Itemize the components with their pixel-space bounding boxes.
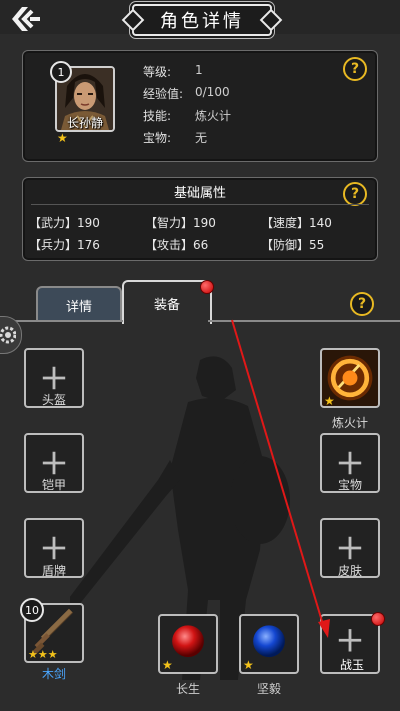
attr-attack: 【攻击】66	[145, 238, 209, 252]
attr-defense: 【防御】55	[261, 238, 325, 252]
attr-speed: 【速度】140	[261, 216, 332, 230]
attr-troops: 【兵力】176	[29, 238, 100, 252]
hero-name: 长孙静	[66, 116, 103, 130]
slot-label: 木剑	[41, 667, 66, 681]
stat-value: 无	[195, 131, 208, 145]
attr-force: 【武力】190	[29, 216, 100, 230]
tab-details[interactable]: 详情	[36, 286, 122, 322]
page-title: 角色详情	[132, 4, 272, 36]
divider	[31, 204, 369, 205]
hero-info-panel: 1 长孙静 ★ 等级: 1 经验值: 0/100 技能: 炼火计 宝物: 无 ?	[22, 50, 378, 162]
slot-label: 皮肤	[337, 564, 362, 578]
equip-slot-jade[interactable]: 战玉	[320, 614, 380, 674]
help-icon[interactable]: ?	[350, 292, 374, 316]
stat-label: 技能:	[143, 109, 172, 123]
divider	[0, 320, 123, 322]
stat-label: 宝物:	[143, 131, 172, 145]
help-icon[interactable]: ?	[343, 182, 367, 206]
slot-label: 宝物	[337, 478, 362, 492]
hero-level-badge: 1	[50, 61, 72, 83]
slot-label: 坚毅	[256, 682, 281, 696]
stat-label: 经验值:	[143, 87, 184, 101]
stat-value: 1	[195, 63, 203, 77]
attributes-title: 基础属性	[173, 186, 226, 201]
stat-value: 0/100	[195, 85, 230, 99]
slot-label: 战玉	[339, 658, 364, 672]
notification-dot	[200, 280, 214, 294]
tab-equipment[interactable]: 装备	[122, 280, 212, 324]
divider	[208, 320, 400, 322]
attributes-panel: 基础属性 ? 【武力】190 【智力】190 【速度】140 【兵力】176 【…	[22, 177, 378, 261]
stat-value: 炼火计	[195, 109, 232, 123]
back-arrow-icon[interactable]	[8, 5, 44, 33]
skill-star-icon: ★	[324, 394, 335, 408]
help-icon[interactable]: ?	[343, 57, 367, 81]
stat-treasure: 宝物: 无	[143, 129, 207, 146]
orb-star-icon: ★	[243, 658, 254, 672]
stat-label: 等级:	[143, 65, 172, 79]
stat-level: 等级: 1	[143, 63, 203, 80]
slot-label: 铠甲	[41, 478, 66, 492]
slot-label: 头盔	[41, 393, 66, 407]
stat-exp: 经验值: 0/100	[143, 85, 230, 102]
weapon-stars-icon: ★★★	[28, 648, 58, 661]
notification-dot	[371, 612, 385, 626]
hero-star-icon: ★	[57, 131, 68, 145]
slot-label: 长生	[175, 682, 200, 696]
attr-intellect: 【智力】190	[145, 216, 216, 230]
slot-label: 盾牌	[41, 564, 66, 578]
stat-skill: 技能: 炼火计	[143, 107, 231, 124]
slot-label: 炼火计	[331, 416, 368, 430]
weapon-level-badge: 10	[20, 598, 44, 622]
orb-star-icon: ★	[162, 658, 173, 672]
